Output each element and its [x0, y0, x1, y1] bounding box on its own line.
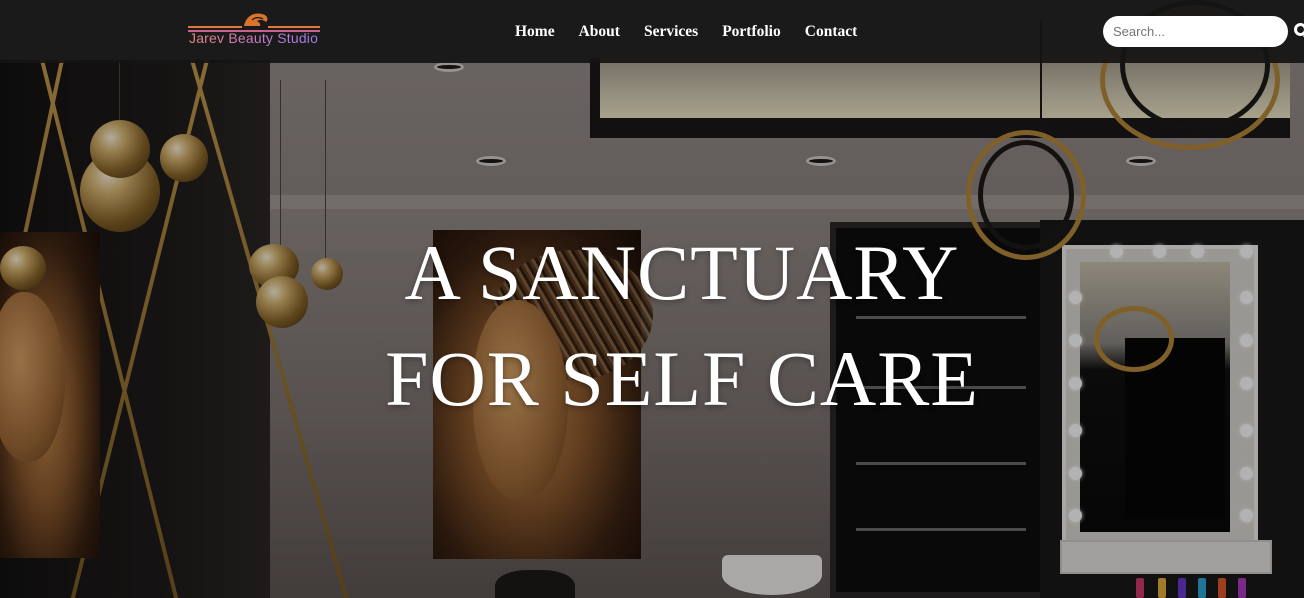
- hero-headline-line-2: FOR SELF CARE: [385, 335, 979, 422]
- brand-name: Jarev Beauty Studio: [189, 30, 329, 46]
- search-input[interactable]: [1103, 16, 1288, 47]
- hero-headline: A SANCTUARY FOR SELF CARE: [0, 220, 1304, 432]
- brand-logo[interactable]: Jarev Beauty Studio: [188, 10, 323, 50]
- logo-divider-line: [188, 26, 242, 28]
- nav-link-about[interactable]: About: [567, 21, 632, 43]
- nav-link-contact[interactable]: Contact: [793, 21, 870, 43]
- search-icon-ring: [1294, 23, 1304, 36]
- hair-silhouette-icon: [244, 13, 268, 26]
- nav-link-home[interactable]: Home: [503, 21, 567, 43]
- nav-link-services[interactable]: Services: [632, 21, 710, 43]
- top-navbar: Jarev Beauty Studio Home About Services …: [0, 0, 1304, 63]
- nav-link-portfolio[interactable]: Portfolio: [710, 21, 793, 43]
- main-nav: Home About Services Portfolio Contact: [503, 21, 869, 43]
- logo-divider-line: [268, 26, 320, 28]
- search-icon[interactable]: [1293, 22, 1304, 42]
- hero-headline-line-1: A SANCTUARY: [404, 229, 960, 316]
